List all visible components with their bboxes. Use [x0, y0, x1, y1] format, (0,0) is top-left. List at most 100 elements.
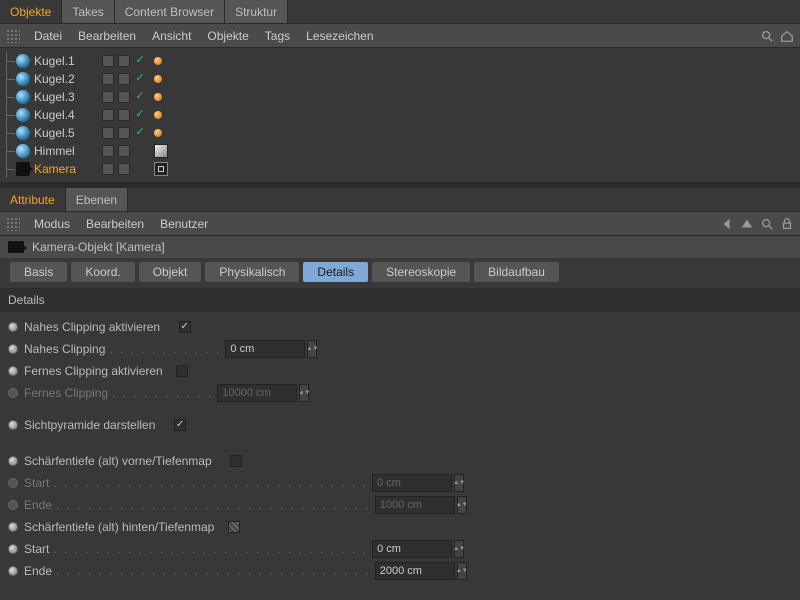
layer-toggle[interactable] — [118, 91, 130, 103]
anim-bullet[interactable] — [8, 544, 18, 554]
checkbox[interactable] — [176, 365, 188, 377]
nav-back-icon[interactable] — [720, 217, 734, 231]
anim-bullet[interactable] — [8, 322, 18, 332]
layer-toggle[interactable] — [118, 127, 130, 139]
stepper[interactable]: ▲▼ — [454, 540, 464, 558]
layer-toggle[interactable] — [102, 145, 114, 157]
visible-toggle[interactable]: ✓ — [134, 91, 146, 103]
checkbox[interactable] — [230, 455, 242, 467]
object-name[interactable]: Kamera — [34, 162, 90, 176]
object-name[interactable]: Kugel.5 — [34, 126, 90, 140]
proptab-objekt[interactable]: Objekt — [139, 262, 202, 282]
object-name[interactable]: Kugel.3 — [34, 90, 90, 104]
layer-toggle[interactable] — [102, 73, 114, 85]
tab-struktur[interactable]: Struktur — [225, 0, 288, 23]
value-field[interactable]: 0 cm — [225, 340, 305, 358]
render-dot-icon[interactable] — [154, 111, 162, 119]
tab-content-browser[interactable]: Content Browser — [115, 0, 225, 23]
prop-label: Schärfentiefe (alt) hinten/Tiefenmap — [24, 520, 214, 534]
object-name[interactable]: Himmel — [34, 144, 90, 158]
visible-toggle[interactable] — [134, 145, 146, 157]
menu-bearbeiten[interactable]: Bearbeiten — [70, 29, 144, 43]
menu-ansicht[interactable]: Ansicht — [144, 29, 199, 43]
render-dot-icon[interactable] — [154, 57, 162, 65]
anim-bullet[interactable] — [8, 566, 18, 576]
visible-toggle[interactable]: ✓ — [134, 109, 146, 121]
search-icon[interactable] — [760, 29, 774, 43]
material-tag-icon[interactable] — [154, 144, 168, 158]
object-name[interactable]: Kugel.2 — [34, 72, 90, 86]
layer-toggle[interactable] — [118, 73, 130, 85]
proptab-stereoskopie[interactable]: Stereoskopie — [372, 262, 470, 282]
tree-row[interactable]: Kugel.1 ✓ — [0, 52, 800, 70]
proptab-bildaufbau[interactable]: Bildaufbau — [474, 262, 559, 282]
visible-toggle[interactable]: ✓ — [134, 73, 146, 85]
menu-objekte[interactable]: Objekte — [199, 29, 256, 43]
render-dot-icon[interactable] — [154, 129, 162, 137]
tree-row[interactable]: Himmel — [0, 142, 800, 160]
menu-datei[interactable]: Datei — [26, 29, 70, 43]
menu-benutzer[interactable]: Benutzer — [152, 217, 216, 231]
grip-icon[interactable] — [6, 29, 20, 43]
anim-bullet[interactable] — [8, 522, 18, 532]
layer-toggle[interactable] — [102, 91, 114, 103]
tree-row[interactable]: Kamera — [0, 160, 800, 178]
tab-attribute[interactable]: Attribute — [0, 188, 66, 211]
anim-bullet[interactable] — [8, 500, 18, 510]
checkbox[interactable] — [174, 419, 186, 431]
stepper[interactable]: ▲▼ — [307, 340, 317, 358]
value-field: 1000 cm — [375, 496, 455, 514]
value-field[interactable]: 0 cm — [372, 540, 452, 558]
anim-bullet[interactable] — [8, 344, 18, 354]
visible-toggle[interactable]: ✓ — [134, 55, 146, 67]
menu-lesezeichen[interactable]: Lesezeichen — [298, 29, 381, 43]
layer-toggle[interactable] — [102, 109, 114, 121]
prop-label: Nahes Clipping — [24, 342, 105, 356]
search-icon[interactable] — [760, 217, 774, 231]
sky-icon — [16, 144, 30, 158]
object-name[interactable]: Kugel.4 — [34, 108, 90, 122]
anim-bullet[interactable] — [8, 420, 18, 430]
prop-dof-back-start: Start . . . . . . . . . . . . . . . . . … — [8, 538, 792, 560]
tree-row[interactable]: Kugel.3 ✓ — [0, 88, 800, 106]
nav-up-icon[interactable] — [740, 217, 754, 231]
menu-tags[interactable]: Tags — [257, 29, 298, 43]
proptab-koord[interactable]: Koord. — [71, 262, 134, 282]
proptab-physikalisch[interactable]: Physikalisch — [205, 262, 299, 282]
layer-toggle[interactable] — [118, 109, 130, 121]
grip-icon[interactable] — [6, 217, 20, 231]
tab-takes[interactable]: Takes — [62, 0, 114, 23]
proptab-basis[interactable]: Basis — [10, 262, 67, 282]
home-icon[interactable] — [780, 29, 794, 43]
render-dot-icon[interactable] — [154, 93, 162, 101]
tree-row[interactable]: Kugel.4 ✓ — [0, 106, 800, 124]
lock-icon[interactable] — [780, 217, 794, 231]
layer-toggle[interactable] — [102, 55, 114, 67]
stepper[interactable]: ▲▼ — [457, 562, 467, 580]
layer-toggle[interactable] — [118, 55, 130, 67]
tab-ebenen[interactable]: Ebenen — [66, 188, 128, 211]
menu-bearbeiten[interactable]: Bearbeiten — [78, 217, 152, 231]
value-field[interactable]: 2000 cm — [375, 562, 455, 580]
layer-toggle[interactable] — [118, 163, 130, 175]
layer-toggle[interactable] — [118, 145, 130, 157]
prop-label: Fernes Clipping aktivieren — [24, 364, 163, 378]
anim-bullet[interactable] — [8, 366, 18, 376]
layer-toggle[interactable] — [102, 163, 114, 175]
visible-toggle[interactable] — [134, 163, 146, 175]
layer-toggle[interactable] — [102, 127, 114, 139]
render-dot-icon[interactable] — [154, 75, 162, 83]
tree-row[interactable]: Kugel.5 ✓ — [0, 124, 800, 142]
anim-bullet[interactable] — [8, 388, 18, 398]
visible-toggle[interactable]: ✓ — [134, 127, 146, 139]
tab-objekte[interactable]: Objekte — [0, 0, 62, 23]
checkbox[interactable] — [228, 521, 240, 533]
checkbox[interactable] — [179, 321, 191, 333]
object-name[interactable]: Kugel.1 — [34, 54, 90, 68]
anim-bullet[interactable] — [8, 456, 18, 466]
proptab-details[interactable]: Details — [303, 262, 368, 282]
tree-row[interactable]: Kugel.2 ✓ — [0, 70, 800, 88]
target-tag-icon[interactable] — [154, 162, 168, 176]
menu-modus[interactable]: Modus — [26, 217, 78, 231]
anim-bullet[interactable] — [8, 478, 18, 488]
